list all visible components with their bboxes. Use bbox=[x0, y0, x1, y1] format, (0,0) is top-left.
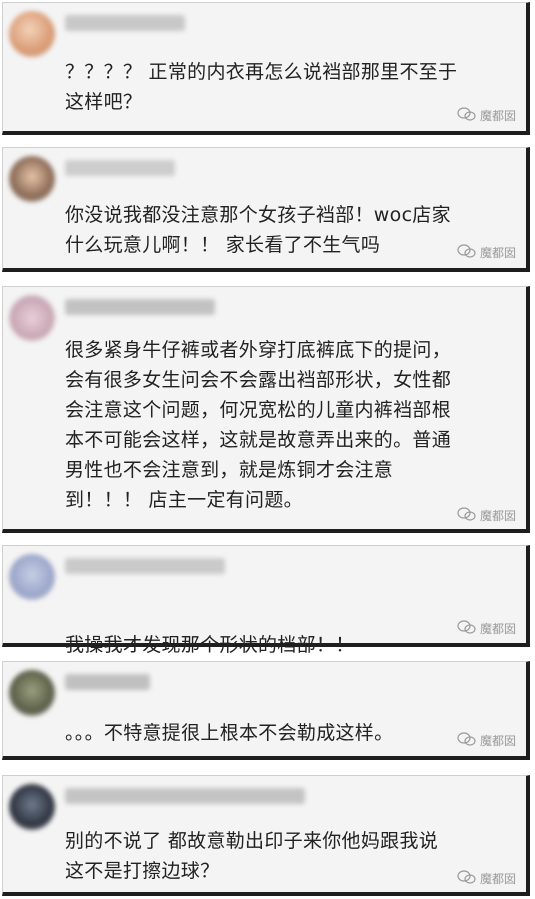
watermark: 魔都囡 bbox=[457, 107, 516, 124]
watermark-label: 魔都囡 bbox=[479, 246, 516, 260]
watermark: 魔都囡 bbox=[457, 870, 516, 887]
wechat-icon bbox=[457, 732, 477, 749]
comment-card: 。。。不特意提很上根本不会勒成这样。 魔都囡 bbox=[2, 661, 530, 760]
username-blurred[interactable] bbox=[65, 558, 225, 574]
watermark: 魔都囡 bbox=[457, 732, 516, 749]
comment-card: ？？？？ 正常的内衣再怎么说裆部那里不至于 这样吧？ 魔都囡 bbox=[2, 2, 530, 135]
wechat-icon bbox=[457, 244, 477, 261]
watermark-label: 魔都囡 bbox=[479, 509, 516, 523]
wechat-icon bbox=[457, 107, 477, 124]
comment-text: 很多紧身牛仔裤或者外穿打底裤底下的提问， 会有很多女生问会不会露出裆部形状，女性… bbox=[65, 339, 452, 511]
username-blurred[interactable] bbox=[65, 674, 150, 690]
watermark: 魔都囡 bbox=[457, 507, 516, 524]
watermark-label: 魔都囡 bbox=[479, 734, 516, 748]
watermark-label: 魔都囡 bbox=[479, 622, 516, 636]
wechat-icon bbox=[457, 870, 477, 887]
username-blurred[interactable] bbox=[65, 15, 185, 31]
comment-card: 你没说我都没注意那个女孩子裆部！woc店家 什么玩意儿啊！！ 家长看了不生气吗 … bbox=[2, 147, 530, 272]
avatar[interactable] bbox=[9, 156, 55, 202]
watermark: 魔都囡 bbox=[457, 244, 516, 261]
wechat-icon bbox=[457, 507, 477, 524]
comment-card: 别的不说了 都故意勒出印子来你他妈跟我说 这不是打擦边球？ 魔都囡 bbox=[2, 775, 530, 896]
avatar[interactable] bbox=[9, 11, 55, 57]
avatar[interactable] bbox=[9, 554, 55, 600]
username-blurred[interactable] bbox=[65, 160, 175, 176]
watermark-label: 魔都囡 bbox=[479, 872, 516, 886]
avatar[interactable] bbox=[9, 670, 55, 716]
comment-card: 我操我才发现那个形状的档部！！ 魔都囡 bbox=[2, 545, 530, 684]
watermark: 魔都囡 bbox=[457, 620, 516, 637]
avatar[interactable] bbox=[9, 784, 55, 830]
wechat-icon bbox=[457, 620, 477, 637]
avatar[interactable] bbox=[9, 295, 55, 341]
watermark-label: 魔都囡 bbox=[479, 109, 516, 123]
comment-card: 很多紧身牛仔裤或者外穿打底裤底下的提问， 会有很多女生问会不会露出裆部形状，女性… bbox=[2, 286, 530, 533]
username-blurred[interactable] bbox=[65, 299, 215, 315]
username-blurred[interactable] bbox=[65, 788, 305, 804]
